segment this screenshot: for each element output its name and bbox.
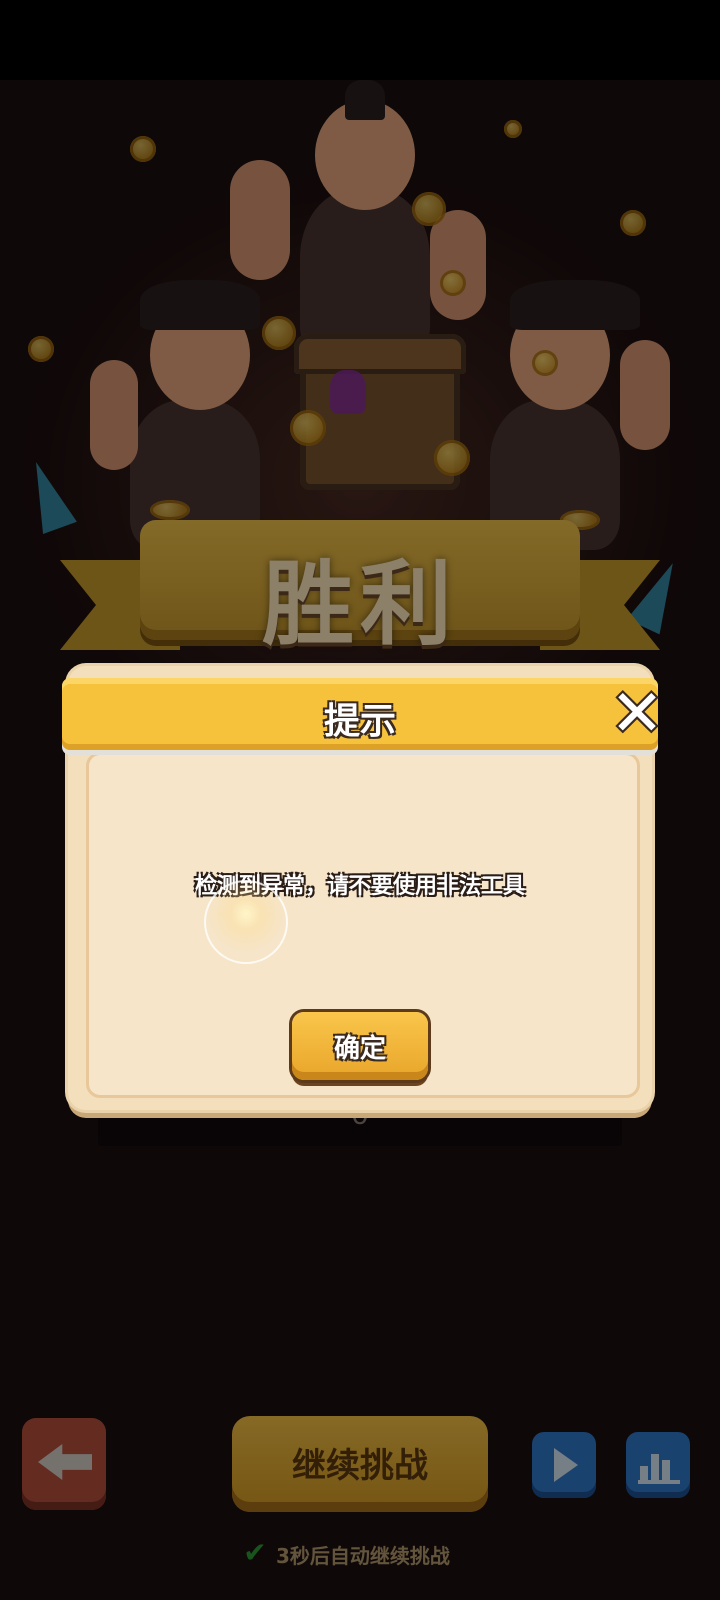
sparkle-effect — [204, 880, 288, 964]
confirm-label: 确定 — [333, 1034, 386, 1064]
dialog-title: 提示 — [323, 701, 396, 742]
dialog-close-button[interactable]: ✕ — [606, 677, 668, 751]
confirm-button[interactable]: 确定 — [292, 1012, 428, 1080]
dialog-message: 检测到异常，请不要使用非法工具 — [194, 874, 525, 899]
dialog-header: 提示 — [62, 678, 658, 750]
close-icon: ✕ — [610, 677, 664, 751]
